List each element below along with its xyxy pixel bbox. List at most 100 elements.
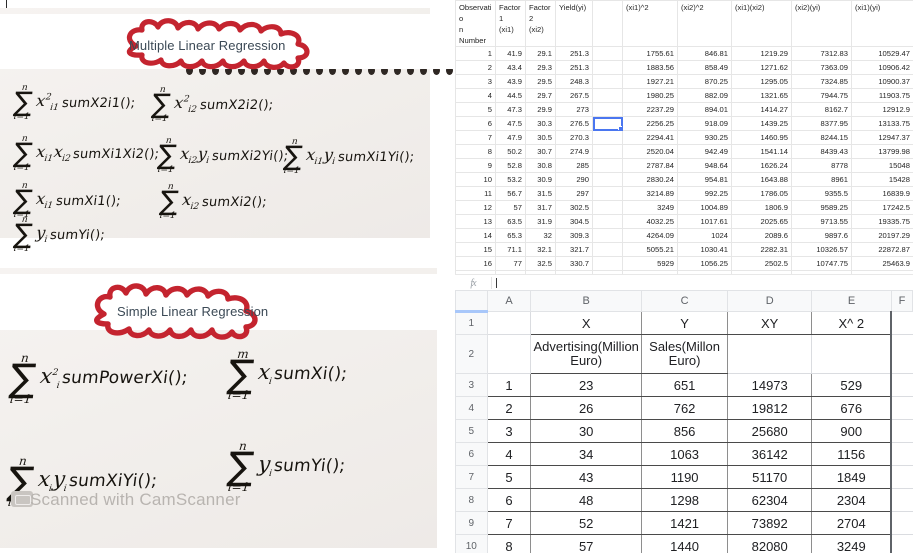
sheet-cell[interactable]: 3249 bbox=[811, 534, 892, 553]
data-cell[interactable]: 3249 bbox=[622, 200, 678, 215]
sheet-cell[interactable]: 1190 bbox=[640, 465, 729, 489]
data-cell[interactable]: 1219.29 bbox=[731, 46, 792, 61]
sheet-row-header-3[interactable]: 3 bbox=[455, 373, 488, 397]
data-cell[interactable]: 1980.25 bbox=[622, 88, 678, 103]
data-cell[interactable]: 29.1 bbox=[525, 46, 556, 61]
data-cell[interactable]: 30.9 bbox=[525, 172, 556, 187]
data-cell[interactable]: 32 bbox=[525, 228, 556, 243]
data-cell[interactable]: 2 bbox=[455, 60, 496, 75]
data-cell[interactable] bbox=[592, 186, 623, 201]
sheet-row-header-9[interactable]: 9 bbox=[455, 511, 488, 535]
data-cell[interactable]: 2237.29 bbox=[622, 102, 678, 117]
data-cell[interactable]: 10326.57 bbox=[791, 242, 852, 257]
sheet-cell[interactable]: 1849 bbox=[811, 465, 892, 489]
data-cell[interactable]: 1017.61 bbox=[677, 214, 732, 229]
data-cell[interactable]: 20197.29 bbox=[851, 228, 913, 243]
sheet-cell-f[interactable] bbox=[890, 334, 913, 374]
sheet-cell[interactable]: 651 bbox=[640, 373, 729, 397]
data-cell[interactable]: 13 bbox=[455, 214, 496, 229]
sheet-cell[interactable]: 7 bbox=[486, 511, 532, 535]
data-cell[interactable]: 50.2 bbox=[495, 144, 526, 159]
sheet-cell[interactable]: 1 bbox=[486, 373, 532, 397]
data-cell[interactable]: 2787.84 bbox=[622, 158, 678, 173]
sheet-cell-f[interactable] bbox=[890, 419, 913, 443]
data-cell[interactable]: 29.9 bbox=[525, 102, 556, 117]
data-cell[interactable]: 267.5 bbox=[555, 88, 593, 103]
select-all-corner[interactable] bbox=[455, 290, 488, 313]
data-cell[interactable] bbox=[592, 46, 623, 61]
sheet-column-header-a[interactable]: A bbox=[486, 290, 532, 312]
data-cell[interactable]: 9589.25 bbox=[791, 200, 852, 215]
sheet-cell[interactable]: Sales(Millon Euro) bbox=[640, 334, 729, 374]
data-cell[interactable]: 44.5 bbox=[495, 88, 526, 103]
data-cell[interactable] bbox=[592, 158, 623, 173]
sheet-cell-f[interactable] bbox=[890, 442, 913, 466]
data-cell[interactable]: 858.49 bbox=[677, 60, 732, 75]
data-cell[interactable] bbox=[592, 228, 623, 243]
data-cell[interactable]: 7312.83 bbox=[791, 46, 852, 61]
data-cell[interactable] bbox=[592, 88, 623, 103]
data-cell[interactable]: 15 bbox=[455, 242, 496, 257]
data-cell[interactable]: 8439.43 bbox=[791, 144, 852, 159]
data-cell[interactable]: 9 bbox=[455, 158, 496, 173]
data-cell[interactable] bbox=[592, 214, 623, 229]
sheet-cell[interactable]: 3 bbox=[486, 419, 532, 443]
data-cell[interactable]: 47.5 bbox=[495, 116, 526, 131]
data-cell[interactable]: 1 bbox=[455, 46, 496, 61]
data-cell[interactable]: 32.1 bbox=[525, 242, 556, 257]
data-cell[interactable]: 56.7 bbox=[495, 186, 526, 201]
sheet-column-header-e[interactable]: E bbox=[811, 290, 892, 312]
sheet-cell[interactable]: 14973 bbox=[727, 373, 813, 397]
data-cell[interactable]: 1626.24 bbox=[731, 158, 792, 173]
data-cell[interactable]: 2089.6 bbox=[731, 228, 792, 243]
sheet-cell[interactable]: 900 bbox=[811, 419, 892, 443]
data-cell[interactable]: 5 bbox=[455, 102, 496, 117]
sheet-cell[interactable]: 5 bbox=[486, 465, 532, 489]
data-cell[interactable]: 1024 bbox=[677, 228, 732, 243]
data-cell[interactable]: 8162.7 bbox=[791, 102, 852, 117]
sheet-cell-f[interactable] bbox=[890, 534, 913, 553]
data-cell[interactable]: 77 bbox=[495, 256, 526, 271]
data-cell[interactable]: 47.3 bbox=[495, 102, 526, 117]
data-cell[interactable]: 53.2 bbox=[495, 172, 526, 187]
data-cell[interactable]: 3214.89 bbox=[622, 186, 678, 201]
data-cell[interactable]: 9897.6 bbox=[791, 228, 852, 243]
sheet-cell[interactable]: 82080 bbox=[727, 534, 813, 553]
data-cell[interactable]: 274.9 bbox=[555, 144, 593, 159]
data-cell[interactable]: 285 bbox=[555, 158, 593, 173]
data-cell[interactable]: 894.01 bbox=[677, 102, 732, 117]
sheet-cell[interactable]: 856 bbox=[640, 419, 729, 443]
sheet-cell[interactable]: 23 bbox=[530, 373, 642, 397]
data-cell[interactable]: 14 bbox=[455, 228, 496, 243]
data-cell[interactable]: 1541.14 bbox=[731, 144, 792, 159]
data-cell[interactable]: 29.7 bbox=[525, 88, 556, 103]
data-cell[interactable]: 954.81 bbox=[677, 172, 732, 187]
sheet-cell[interactable]: 529 bbox=[811, 373, 892, 397]
sheet-cell[interactable]: 2 bbox=[486, 396, 532, 420]
data-cell[interactable]: 1460.95 bbox=[731, 130, 792, 145]
data-cell[interactable]: 9355.5 bbox=[791, 186, 852, 201]
data-cell[interactable]: 15428 bbox=[851, 172, 913, 187]
sheet-column-header-f[interactable]: F bbox=[890, 290, 913, 312]
sheet-cell[interactable]: 1421 bbox=[640, 511, 729, 535]
data-cell[interactable]: 251.3 bbox=[555, 60, 593, 75]
data-cell[interactable]: 43.4 bbox=[495, 60, 526, 75]
sheet-cell[interactable]: Y bbox=[640, 311, 729, 335]
data-cell[interactable]: 290 bbox=[555, 172, 593, 187]
data-cell[interactable]: 330.7 bbox=[555, 256, 593, 271]
sheet-cell[interactable]: XY bbox=[727, 311, 813, 335]
sheet-cell[interactable]: Advertising(Million Euro) bbox=[530, 334, 642, 374]
data-cell[interactable]: 276.5 bbox=[555, 116, 593, 131]
data-cell[interactable]: 31.9 bbox=[525, 214, 556, 229]
data-cell[interactable]: 52.8 bbox=[495, 158, 526, 173]
data-cell[interactable]: 2282.31 bbox=[731, 242, 792, 257]
data-cell[interactable]: 297 bbox=[555, 186, 593, 201]
sheet-cell[interactable] bbox=[486, 311, 532, 335]
data-cell[interactable]: 57 bbox=[495, 200, 526, 215]
data-cell[interactable]: 30.3 bbox=[525, 116, 556, 131]
sheet-row-header-8[interactable]: 8 bbox=[455, 488, 488, 512]
data-cell[interactable]: 304.5 bbox=[555, 214, 593, 229]
data-cell[interactable]: 2256.25 bbox=[622, 116, 678, 131]
data-cell[interactable]: 10906.42 bbox=[851, 60, 913, 75]
sheet-row-header-5[interactable]: 5 bbox=[455, 419, 488, 443]
